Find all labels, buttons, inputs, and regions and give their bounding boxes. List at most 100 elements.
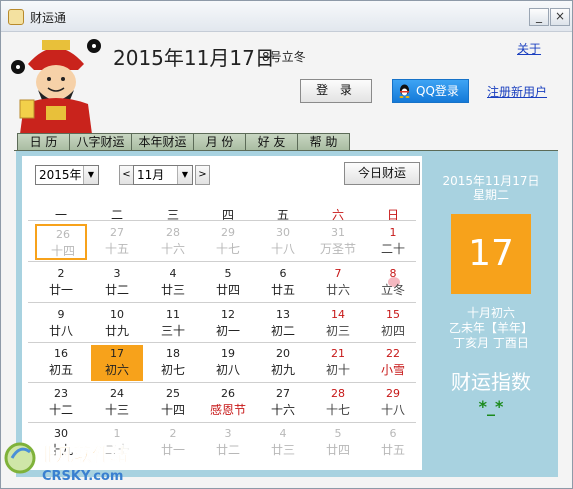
calendar-day-cell[interactable]: 28 十七 <box>312 385 364 421</box>
register-link[interactable]: 注册新用户 <box>487 83 547 100</box>
calendar-day-cell[interactable]: 19 初八 <box>202 345 254 381</box>
day-number: 12 <box>221 308 235 321</box>
calendar-day-cell[interactable]: 28 十六 <box>147 224 199 260</box>
calendar-day-cell[interactable]: 31 万圣节 <box>312 224 364 260</box>
day-number: 18 <box>166 347 180 360</box>
calendar-day-cell[interactable]: 27 十五 <box>91 224 143 260</box>
year-select[interactable]: 2015年 ▼ <box>35 165 99 185</box>
calendar-day-cell[interactable]: 30 十八 <box>257 224 309 260</box>
day-number: 6 <box>389 427 397 440</box>
calendar-day-cell[interactable]: 11 三十 <box>147 306 199 342</box>
lunar-label: 廿三 <box>270 443 295 457</box>
lunar-label: 初六 <box>104 363 129 377</box>
lunar-label: 十七 <box>325 403 350 417</box>
day-number: 20 <box>276 347 290 360</box>
side-date: 2015年11月17日 星期二 <box>430 174 552 202</box>
title-bar[interactable]: 财运通 _ × <box>1 1 572 32</box>
calendar-day-cell[interactable]: 23 十二 <box>35 385 87 421</box>
calendar-day-cell[interactable]: 5 廿四 <box>312 425 364 461</box>
chevron-down-icon: ▼ <box>177 166 192 184</box>
day-number: 5 <box>334 427 342 440</box>
calendar-day-cell[interactable]: 2 廿一 <box>35 265 87 301</box>
calendar-day-cell[interactable]: 20 初九 <box>257 345 309 381</box>
calendar-day-cell[interactable]: 10 廿九 <box>91 306 143 342</box>
prev-month-button[interactable]: < <box>119 165 134 185</box>
calendar-day-cell[interactable]: 5 廿四 <box>202 265 254 301</box>
calendar-day-cell[interactable]: 29 十七 <box>202 224 254 260</box>
calendar-day-cell[interactable]: 4 廿三 <box>147 265 199 301</box>
calendar-day-cell[interactable]: 22 小雪 <box>367 345 419 381</box>
main-body: 2015年11月17日 8号立冬 关于 登 录 QQ登录 注册新用户 日 历 八… <box>2 32 571 487</box>
day-number: 3 <box>113 267 121 280</box>
calendar-day-cell[interactable]: 29 十八 <box>367 385 419 421</box>
calendar-day-cell[interactable]: 3 廿二 <box>202 425 254 461</box>
about-link[interactable]: 关于 <box>517 40 541 57</box>
lunar-label: 初七 <box>160 363 185 377</box>
day-number: 11 <box>166 308 180 321</box>
tab-year-fortune[interactable]: 本年财运 <box>131 133 194 151</box>
lunar-label: 十四 <box>50 244 75 258</box>
day-number: 28 <box>331 387 345 400</box>
calendar-day-cell[interactable]: 7 廿六 <box>312 265 364 301</box>
day-number: 30 <box>276 226 290 239</box>
tab-bazi-fortune[interactable]: 八字财运 <box>69 133 132 151</box>
calendar-day-cell[interactable]: 8 立冬 <box>367 265 419 301</box>
day-number: 26 <box>221 387 235 400</box>
ganzhi-month-day: 丁亥月 丁酉日 <box>453 336 529 350</box>
calendar-day-cell[interactable]: 6 廿五 <box>257 265 309 301</box>
calendar-day-cell[interactable]: 26 十四 <box>35 224 87 260</box>
calendar-day-cell[interactable]: 27 十六 <box>257 385 309 421</box>
lunar-label: 十四 <box>160 403 185 417</box>
day-number: 22 <box>386 347 400 360</box>
calendar-day-cell[interactable]: 24 十三 <box>91 385 143 421</box>
today-fortune-button[interactable]: 今日财运 <box>344 162 420 185</box>
day-number: 9 <box>57 308 65 321</box>
tab-friends[interactable]: 好 友 <box>245 133 298 151</box>
month-select[interactable]: 11月 ▼ <box>133 165 193 185</box>
next-month-button[interactable]: > <box>195 165 210 185</box>
calendar-panel: 2015年 ▼ < 11月 ▼ > 今日财运 一二三四五六日 26 十四 27 十五 2… <box>16 151 558 477</box>
day-number: 27 <box>110 226 124 239</box>
tab-calendar[interactable]: 日 历 <box>17 133 70 151</box>
calendar-day-cell[interactable]: 15 初四 <box>367 306 419 342</box>
mascot-image <box>11 39 101 134</box>
big-day-number: 17 <box>451 214 531 294</box>
tab-help[interactable]: 帮 助 <box>297 133 350 151</box>
day-number: 28 <box>166 226 180 239</box>
calendar-day-cell[interactable]: 14 初三 <box>312 306 364 342</box>
row-divider <box>28 422 416 423</box>
lunar-label: 廿九 <box>104 324 129 338</box>
side-date-text: 2015年11月17日 <box>442 174 540 188</box>
close-button[interactable]: × <box>550 8 570 26</box>
day-number: 16 <box>54 347 68 360</box>
calendar-day-cell[interactable]: 9 廿八 <box>35 306 87 342</box>
lunar-label: 初四 <box>380 324 405 338</box>
lunar-label: 十三 <box>104 403 129 417</box>
calendar-day-cell[interactable]: 6 廿五 <box>367 425 419 461</box>
qq-login-button[interactable]: QQ登录 <box>392 79 469 103</box>
minimize-button[interactable]: _ <box>529 8 549 26</box>
calendar-day-cell[interactable]: 17 初六 <box>91 345 143 381</box>
lunar-label: 廿二 <box>104 283 129 297</box>
calendar-day-cell[interactable]: 12 初一 <box>202 306 254 342</box>
calendar-day-cell[interactable]: 13 初二 <box>257 306 309 342</box>
watermark-en: CRSKY.com <box>42 469 123 484</box>
day-number: 26 <box>56 228 70 241</box>
calendar-day-cell[interactable]: 1 二十 <box>367 224 419 260</box>
calendar-day-cell[interactable]: 25 十四 <box>147 385 199 421</box>
calendar-day-cell[interactable]: 18 初七 <box>147 345 199 381</box>
tab-month[interactable]: 月 份 <box>193 133 246 151</box>
calendar-day-cell[interactable]: 4 廿三 <box>257 425 309 461</box>
app-window: 财运通 _ × 2015年11月17日 8号立冬 关于 登 录 QQ登录 注册新… <box>0 0 573 489</box>
lunar-label: 廿三 <box>160 283 185 297</box>
login-button[interactable]: 登 录 <box>300 79 372 103</box>
calendar-day-cell[interactable]: 26 感恩节 <box>202 385 254 421</box>
header-divider <box>28 220 416 221</box>
day-number: 25 <box>166 387 180 400</box>
side-weekday: 星期二 <box>472 188 509 202</box>
calendar-day-cell[interactable]: 16 初五 <box>35 345 87 381</box>
calendar-day-cell[interactable]: 3 廿二 <box>91 265 143 301</box>
lunar-label: 十二 <box>48 403 73 417</box>
calendar-day-cell[interactable]: 21 初十 <box>312 345 364 381</box>
lunar-label: 廿一 <box>48 283 73 297</box>
